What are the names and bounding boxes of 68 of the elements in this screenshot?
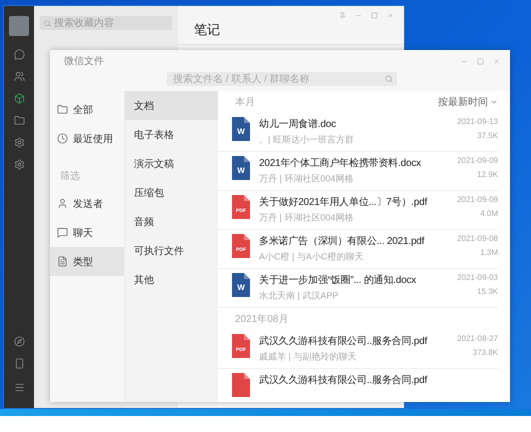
group-label: 本月 [235,96,255,109]
nav-item[interactable]: 最近使用 [50,124,124,153]
file-source: 万丹 | 环湖社区004网格 [259,212,354,224]
file-size: 15.3K [477,287,498,296]
file-size: 37.5K [477,131,498,140]
document-icon [57,256,68,267]
window-title: 微信文件 [64,54,104,68]
file-source: 戚戚羊 | 与副艳玲的聊天 [259,351,356,364]
chat-bubble-icon[interactable] [14,49,24,60]
word-document-icon: W [232,117,250,141]
pdf-document-icon [232,373,250,397]
file-source: 水北天南 | 武汉APP [259,290,338,302]
folder-icon [57,104,68,115]
file-size: 373.8K [472,348,498,357]
search-icon [385,75,393,83]
contacts-icon[interactable] [14,71,24,82]
type-item[interactable]: 演示文稿 [125,149,218,178]
type-item[interactable]: 音频 [125,207,218,236]
file-name: 2021年个体工商户年检携带资料.docx [259,156,421,170]
file-row[interactable]: W 关于进一步加强“饭圈”... 的通知.docx 水北天南 | 武汉APP 2021-09-03 15.3K [218,269,498,308]
chat-icon [57,227,68,238]
cube-icon[interactable] [14,93,24,104]
nav-item[interactable]: 发送者 [50,189,124,218]
file-source: 。| 旺斯达小一班言方群 [259,134,354,146]
section-label: 筛选 [59,170,81,184]
person-icon [57,198,68,209]
file-row[interactable]: W 幼儿一周食谱.doc 。| 旺斯达小一班言方群 2021-09-13 37.5K [218,113,498,152]
file-size: 12.9K [477,170,498,179]
type-item[interactable]: 文档 [125,91,218,120]
file-size: 4.0M [480,209,498,218]
type-item[interactable]: 电子表格 [125,120,218,149]
file-source: A小C橙 | 与A小C橙的聊天 [259,251,364,264]
word-document-icon: W [232,273,250,297]
file-date: 2021-09-03 [457,273,498,282]
clock-icon [57,133,68,144]
search-icon [44,20,51,26]
file-row[interactable]: 武汉久久游科技有限公司..服务合同.pdf [218,369,498,402]
file-name: 关于做好2021年用人单位...〕7号）.pdf [259,196,428,209]
file-name: 武汉久久游科技有限公司..服务合同.pdf [259,374,428,387]
file-size: 1.3M [480,248,498,257]
file-name: 多米诺广告（深圳）有限公... 2021.pdf [259,234,424,248]
file-name: 武汉久久游科技有限公司..服务合同.pdf [259,334,428,348]
file-date: 2021-09-09 [457,195,498,204]
menu-icon[interactable] [14,382,24,393]
file-date: 2021-08-27 [457,334,498,343]
settings-icon[interactable] [14,159,24,170]
file-source: 万丹 | 环湖社区004网格 [259,173,354,186]
type-item[interactable]: 可执行文件 [125,236,218,265]
page-title: 笔记 [194,21,220,39]
file-row[interactable]: W 2021年个体工商户年检携带资料.docx 万丹 | 环湖社区004网格 2021-09-09 12.9K [218,152,498,191]
file-date: 2021-09-09 [457,156,498,165]
phone-icon[interactable] [14,358,24,369]
caret-icon [490,98,498,106]
folder-icon[interactable] [14,115,24,126]
compass-icon[interactable] [14,336,24,347]
sort-dropdown[interactable]: 按最新时间 [438,95,498,109]
type-item[interactable]: 其他 [125,265,218,294]
file-date: 2021-09-08 [457,234,498,243]
gear-icon[interactable] [14,137,24,148]
file-date: 2021-09-13 [457,117,498,126]
nav-item[interactable]: 类型 [50,247,124,276]
type-item[interactable]: 压缩包 [125,178,218,207]
word-document-icon: W [232,156,250,180]
nav-item[interactable]: 全部 [50,95,124,124]
file-name: 关于进一步加强“饭圈”... 的通知.docx [259,274,416,287]
group-label: 2021年08月 [235,313,288,326]
file-name: 幼儿一周食谱.doc [259,118,336,131]
nav-item[interactable]: 聊天 [50,218,124,247]
